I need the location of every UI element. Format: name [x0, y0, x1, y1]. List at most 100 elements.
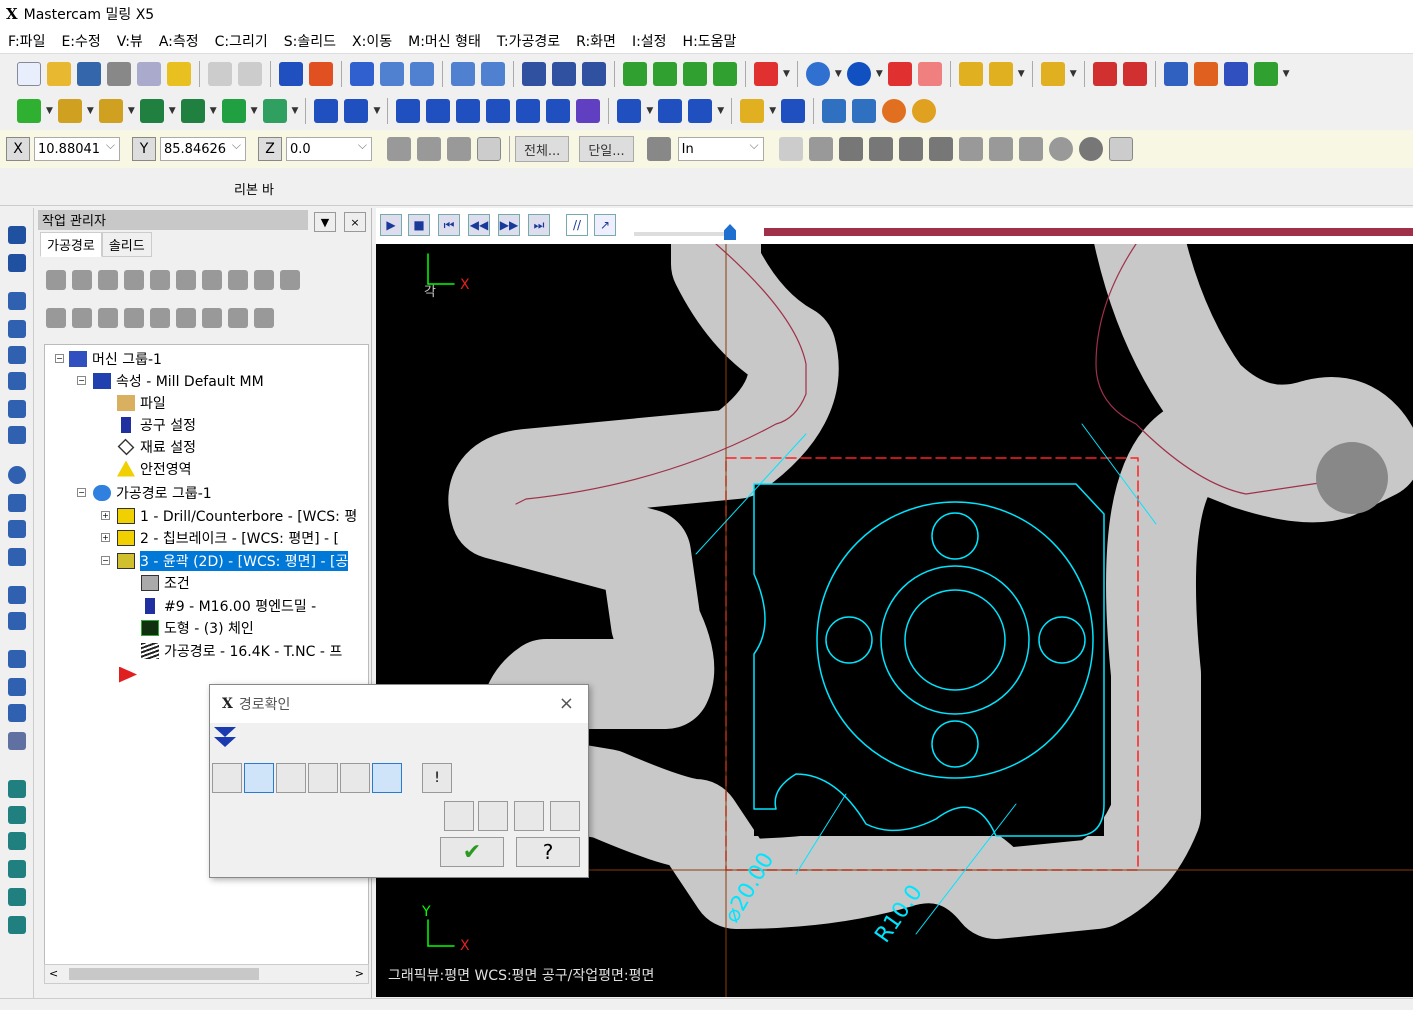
select-all-button[interactable]: 전체...: [515, 136, 570, 162]
check-icon[interactable]: [1018, 137, 1043, 161]
clipboard-icon[interactable]: [167, 62, 191, 86]
scroll-icon[interactable]: [202, 308, 222, 328]
verify-op-icon[interactable]: [176, 270, 196, 290]
highfeed-icon[interactable]: [228, 270, 248, 290]
help-2-icon[interactable]: [1108, 137, 1133, 161]
help-op-icon[interactable]: [280, 270, 300, 290]
gear-icon[interactable]: [646, 137, 671, 161]
verify-select-icon[interactable]: [988, 137, 1013, 161]
drill-icon[interactable]: [8, 292, 26, 310]
step-back-icon[interactable]: ◀◀: [468, 214, 490, 236]
print-icon[interactable]: [107, 62, 131, 86]
menu-machine-type[interactable]: M:머신 형태: [400, 31, 489, 51]
endpoint-icon[interactable]: [340, 763, 370, 793]
menu-toolpaths[interactable]: T:가공경로: [489, 31, 568, 51]
tab-toolpaths[interactable]: 가공경로: [40, 232, 102, 257]
thread-icon[interactable]: [8, 400, 26, 418]
slot-icon[interactable]: [8, 372, 26, 390]
fit-icon[interactable]: [350, 62, 374, 86]
spiral-icon[interactable]: [8, 548, 26, 566]
move-down-icon[interactable]: [124, 308, 144, 328]
regen-dirty-icon[interactable]: [124, 270, 144, 290]
translate-icon[interactable]: [426, 99, 451, 123]
tree-op-1[interactable]: 1 - Drill/Counterbore - [WCS: 평: [117, 505, 357, 526]
tree-safety-zone[interactable]: 안전영역: [117, 458, 192, 479]
new-file-icon[interactable]: [17, 62, 41, 86]
xform-icon[interactable]: [344, 99, 369, 123]
single-button[interactable]: 단일...: [579, 136, 634, 162]
contour-icon[interactable]: [8, 226, 26, 244]
box-icon[interactable]: [958, 137, 983, 161]
cursor-icon[interactable]: [808, 137, 833, 161]
zoom-window-icon[interactable]: [380, 62, 404, 86]
insert-arrow-icon[interactable]: [176, 308, 196, 328]
bore-icon[interactable]: [8, 520, 26, 538]
backplot-icon[interactable]: [822, 99, 847, 123]
delete-icon[interactable]: [396, 99, 421, 123]
tree-parameters[interactable]: 조건: [141, 572, 190, 593]
shade-icon[interactable]: [887, 62, 912, 86]
tree-files[interactable]: 파일: [117, 392, 166, 413]
pencil-icon[interactable]: [958, 62, 983, 86]
shaded-tool-icon[interactable]: [372, 763, 402, 793]
pencil-2-icon[interactable]: [988, 62, 1013, 86]
post-icon[interactable]: [882, 99, 907, 123]
close-icon[interactable]: ×: [344, 212, 366, 232]
trim-icon[interactable]: [314, 99, 339, 123]
tree-toolpath[interactable]: 가공경로 - 16.4K - T.NC - 프: [141, 640, 342, 661]
repaint-icon[interactable]: [309, 62, 333, 86]
rough-icon[interactable]: [8, 780, 26, 798]
menu-solids[interactable]: S:솔리드: [276, 31, 344, 51]
holder-icon[interactable]: [276, 763, 306, 793]
sphere-select-icon[interactable]: [1078, 137, 1103, 161]
select-arrow-icon[interactable]: [778, 137, 803, 161]
menu-settings[interactable]: I:설정: [624, 31, 675, 51]
simulate-icon[interactable]: [912, 99, 937, 123]
dynamic-rotate-icon[interactable]: [522, 62, 546, 86]
open-file-icon[interactable]: [47, 62, 71, 86]
ok-button[interactable]: ✔: [440, 837, 504, 867]
lightbulb-icon[interactable]: [740, 99, 765, 123]
chevron-down-icon[interactable]: ▼: [314, 212, 336, 232]
nest-icon[interactable]: [8, 612, 26, 630]
single-display-icon[interactable]: [228, 308, 248, 328]
tree-scrollbar[interactable]: < >: [44, 964, 369, 984]
menu-create[interactable]: C:그리기: [207, 31, 276, 51]
tree-op-2[interactable]: 2 - 칩브레이크 - [WCS: 평면] - [: [117, 527, 339, 548]
scale-icon[interactable]: [516, 99, 541, 123]
pencil-op-icon[interactable]: [8, 888, 26, 906]
engrave-icon[interactable]: [8, 426, 26, 444]
tool-trace-icon[interactable]: ↗: [594, 214, 616, 236]
speed-slider-thumb[interactable]: [724, 224, 736, 240]
backplot-op-icon[interactable]: [150, 270, 170, 290]
circle-mill-icon[interactable]: [8, 466, 26, 484]
line-icon[interactable]: [57, 99, 82, 123]
display-toggle-icon[interactable]: [212, 763, 242, 793]
print-preview-icon[interactable]: [137, 62, 161, 86]
wireframe-op-icon[interactable]: [8, 678, 26, 696]
project-icon[interactable]: [576, 99, 601, 123]
rotate-icon[interactable]: [486, 99, 511, 123]
fillet-icon[interactable]: [180, 99, 205, 123]
graphics-viewport[interactable]: X 각 X Y ⌀20.00 R10.0 그래픽뷰:평면 WCS:평면 공구/작…: [376, 244, 1413, 997]
pan-icon[interactable]: [279, 62, 303, 86]
pocket-icon[interactable]: [8, 254, 26, 272]
lock-icon[interactable]: [46, 308, 66, 328]
help-button[interactable]: ?: [516, 837, 580, 867]
x-label[interactable]: X: [6, 137, 30, 161]
cube-iso-icon[interactable]: [713, 62, 737, 86]
face-mill-icon[interactable]: [8, 320, 26, 338]
globe-icon[interactable]: [805, 62, 830, 86]
menu-screen[interactable]: R:화면: [568, 31, 624, 51]
trace-path-icon[interactable]: [444, 801, 474, 831]
surface-icon[interactable]: [8, 346, 26, 364]
z-field[interactable]: 0.0: [286, 137, 372, 161]
network-icon[interactable]: [1122, 62, 1147, 86]
regen-icon[interactable]: [98, 270, 118, 290]
helix-icon[interactable]: [8, 494, 26, 512]
offset-icon[interactable]: [546, 99, 571, 123]
info-icon[interactable]: !: [422, 763, 452, 793]
units-select[interactable]: In: [677, 137, 764, 161]
stop-icon[interactable]: ■: [408, 214, 430, 236]
speed-slider-track[interactable]: [634, 232, 734, 236]
